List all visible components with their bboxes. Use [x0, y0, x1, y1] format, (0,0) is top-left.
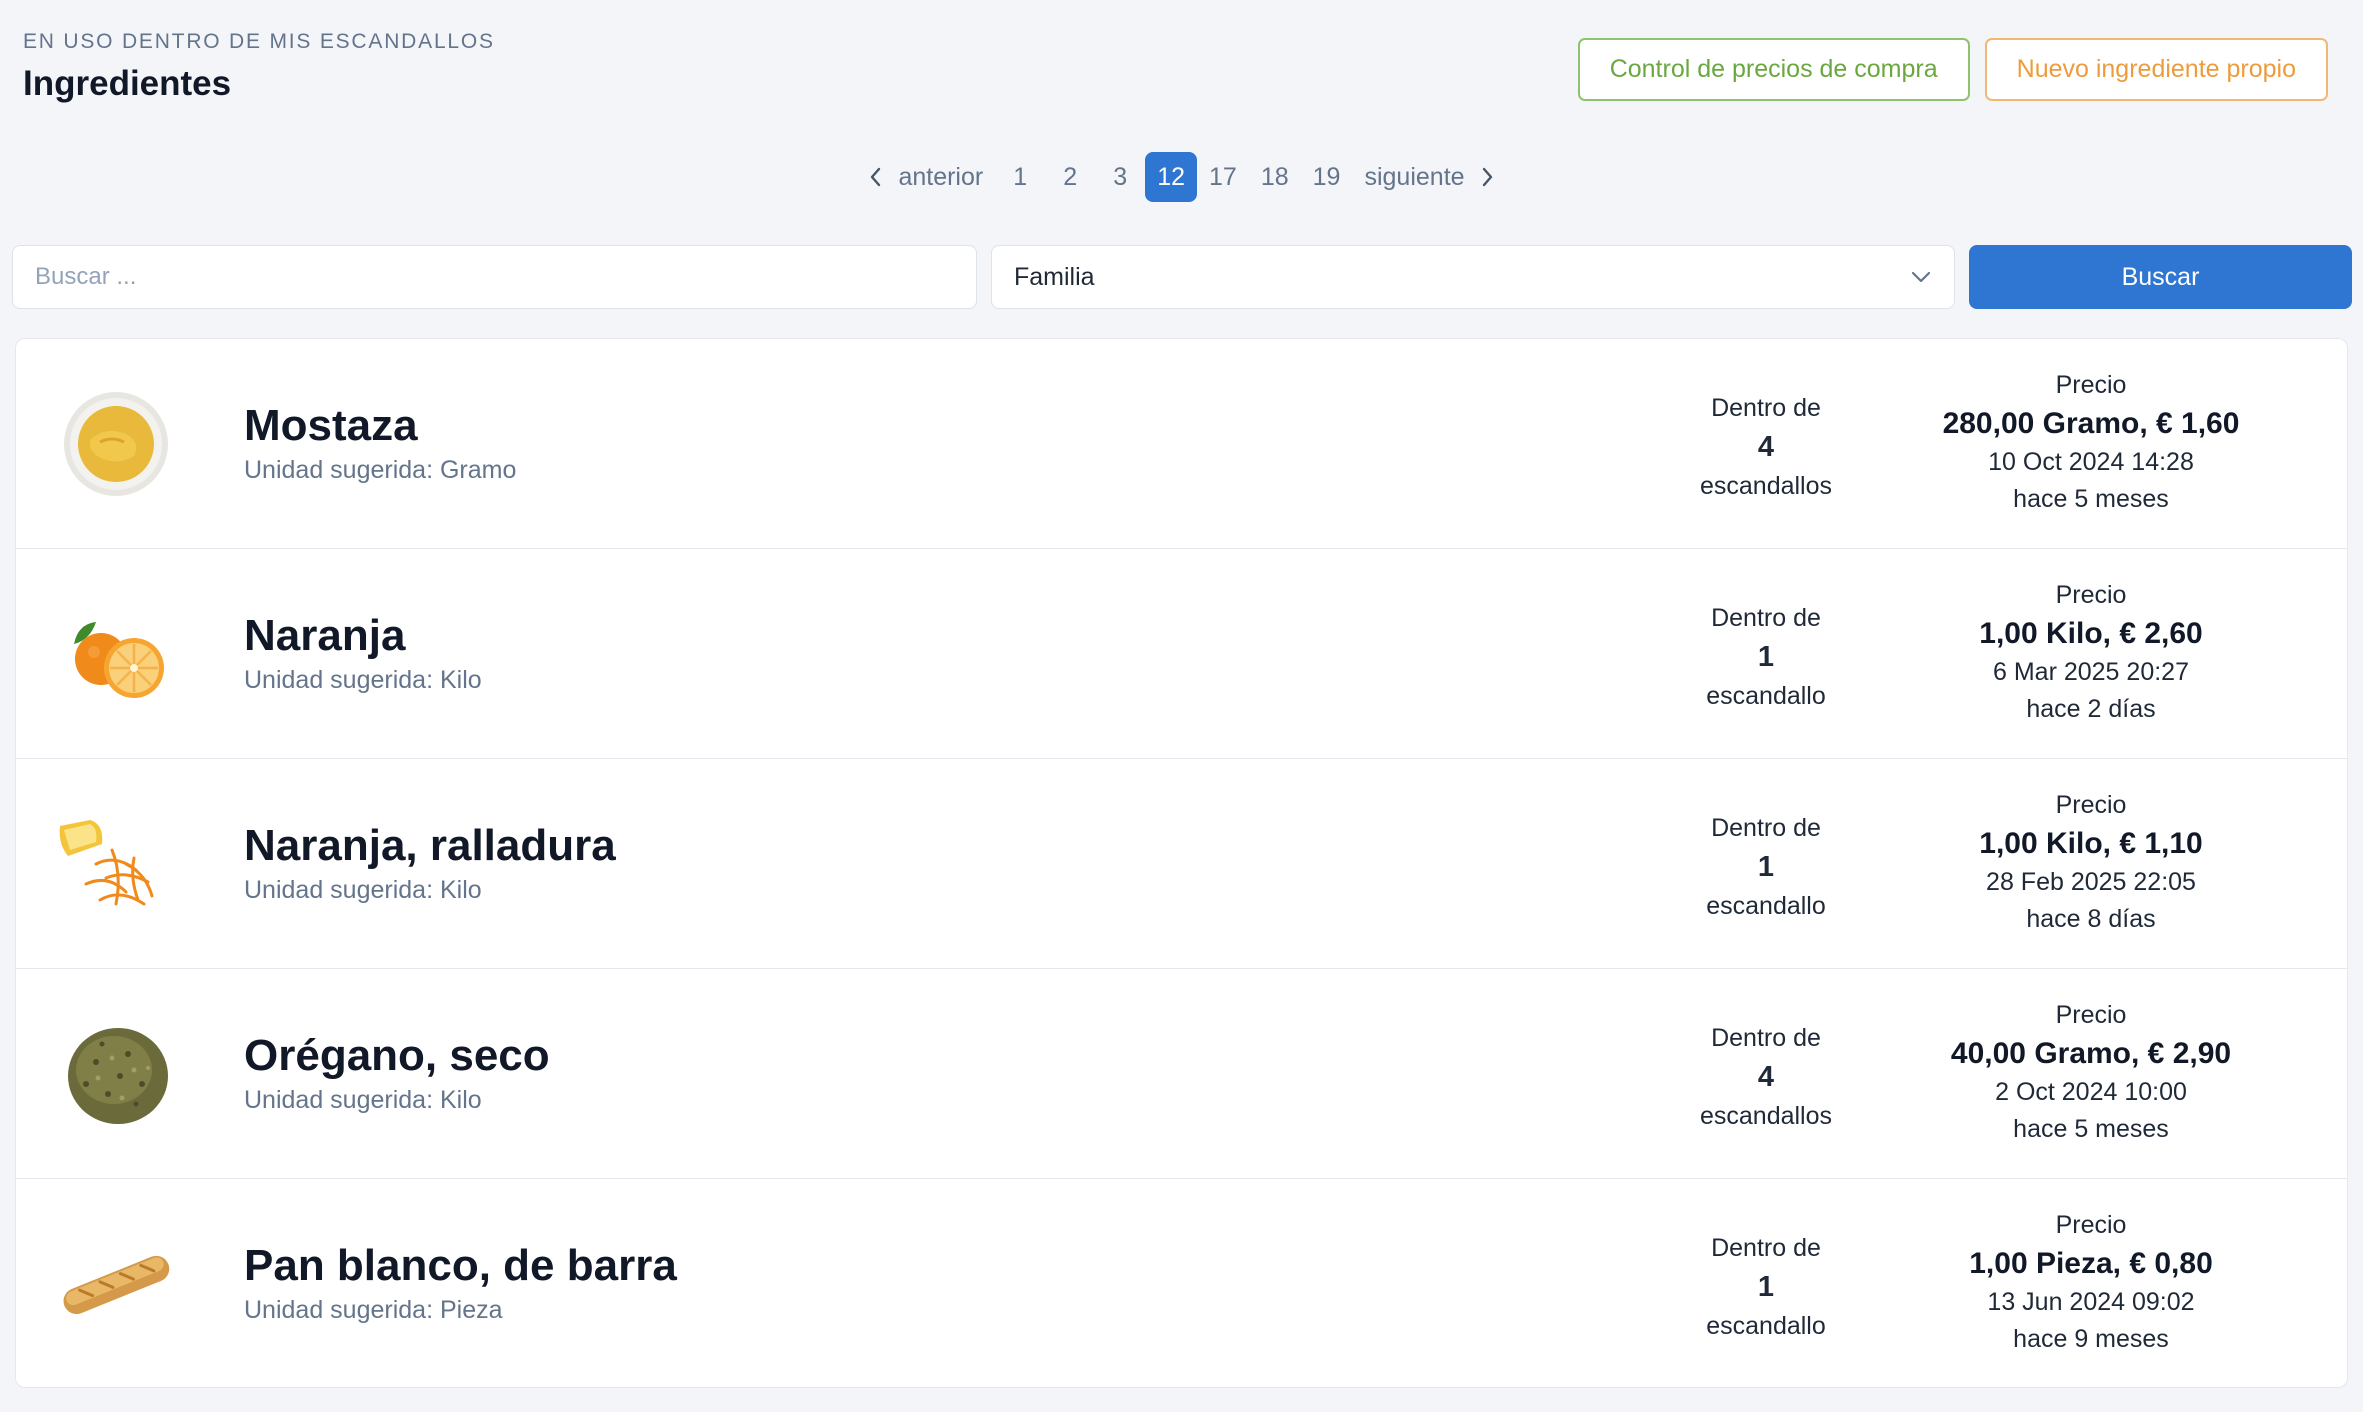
- ingredient-row[interactable]: Orégano, seco Unidad sugerida: Kilo Dentr…: [16, 969, 2347, 1179]
- ingredient-unit: Unidad sugerida: Pieza: [244, 1296, 503, 1324]
- ingredient-name[interactable]: Naranja, ralladura: [244, 821, 616, 871]
- header-actions: Control de precios de compra Nuevo ingre…: [1577, 38, 2328, 101]
- oregano-icon: [56, 1014, 176, 1134]
- orange-icon: [56, 594, 176, 714]
- ingredient-row[interactable]: Naranja, ralladura Unidad sugerida: Kilo …: [16, 759, 2347, 969]
- page-title: Ingredientes: [23, 64, 232, 103]
- price-info: Precio 40,00 Gramo, € 2,90 2 Oct 2024 10…: [1950, 1001, 2232, 1143]
- usage-count: Dentro de 4 escandallos: [1699, 394, 1833, 500]
- ingredient-name[interactable]: Naranja: [244, 611, 405, 661]
- price-info: Precio 1,00 Pieza, € 0,80 13 Jun 2024 09…: [1969, 1211, 2213, 1353]
- usage-count: Dentro de 1 escandallo: [1706, 604, 1826, 710]
- chevron-right-icon[interactable]: [1477, 167, 1497, 187]
- ingredient-unit: Unidad sugerida: Kilo: [244, 1086, 482, 1114]
- page-link[interactable]: 19: [1301, 152, 1353, 202]
- orange-zest-icon: [56, 804, 176, 924]
- chevron-down-icon: [1911, 271, 1931, 283]
- ingredient-name[interactable]: Pan blanco, de barra: [244, 1241, 677, 1291]
- page-link[interactable]: 2: [1045, 152, 1095, 202]
- page-link[interactable]: 1: [995, 152, 1045, 202]
- ingredient-unit: Unidad sugerida: Gramo: [244, 456, 517, 484]
- usage-count: Dentro de 1 escandallo: [1706, 814, 1826, 920]
- ingredient-list: Mostaza Unidad sugerida: Gramo Dentro de …: [15, 338, 2348, 1388]
- search-input[interactable]: [12, 245, 977, 309]
- page-link[interactable]: 17: [1197, 152, 1249, 202]
- ingredient-name[interactable]: Mostaza: [244, 401, 418, 451]
- usage-count: Dentro de 4 escandallos: [1699, 1024, 1833, 1130]
- price-info: Precio 1,00 Kilo, € 2,60 6 Mar 2025 20:2…: [1979, 581, 2203, 723]
- pagination-prev[interactable]: anterior: [886, 152, 995, 202]
- mustard-icon: [56, 384, 176, 504]
- page-header: EN USO DENTRO DE MIS ESCANDALLOS Ingredi…: [23, 30, 495, 104]
- ingredient-unit: Unidad sugerida: Kilo: [244, 876, 482, 904]
- ingredient-unit: Unidad sugerida: Kilo: [244, 666, 482, 694]
- pagination-next[interactable]: siguiente: [1352, 152, 1476, 202]
- new-ingredient-button[interactable]: Nuevo ingrediente propio: [1984, 38, 2328, 101]
- ingredient-name[interactable]: Orégano, seco: [244, 1031, 550, 1081]
- pagination: anterior 1 2 3 12 17 18 19 siguiente: [0, 152, 2363, 202]
- page-eyebrow: EN USO DENTRO DE MIS ESCANDALLOS: [23, 30, 495, 53]
- search-bar: Familia Buscar: [12, 245, 2352, 309]
- page-link[interactable]: 18: [1249, 152, 1301, 202]
- page-link[interactable]: 3: [1095, 152, 1145, 202]
- family-select-value: Familia: [1014, 262, 1095, 291]
- family-select[interactable]: Familia: [991, 245, 1955, 309]
- ingredient-row[interactable]: Pan blanco, de barra Unidad sugerida: Pie…: [16, 1179, 2347, 1387]
- chevron-left-icon[interactable]: [866, 167, 886, 187]
- usage-count: Dentro de 1 escandallo: [1706, 1234, 1826, 1340]
- price-info: Precio 280,00 Gramo, € 1,60 10 Oct 2024 …: [1942, 371, 2240, 513]
- baguette-icon: [56, 1224, 176, 1344]
- ingredient-row[interactable]: Naranja Unidad sugerida: Kilo Dentro de 1…: [16, 549, 2347, 759]
- page-link-current[interactable]: 12: [1145, 152, 1198, 202]
- search-button[interactable]: Buscar: [1969, 245, 2352, 309]
- price-control-button[interactable]: Control de precios de compra: [1577, 38, 1970, 101]
- price-info: Precio 1,00 Kilo, € 1,10 28 Feb 2025 22:…: [1979, 791, 2203, 933]
- ingredient-row[interactable]: Mostaza Unidad sugerida: Gramo Dentro de …: [16, 339, 2347, 549]
